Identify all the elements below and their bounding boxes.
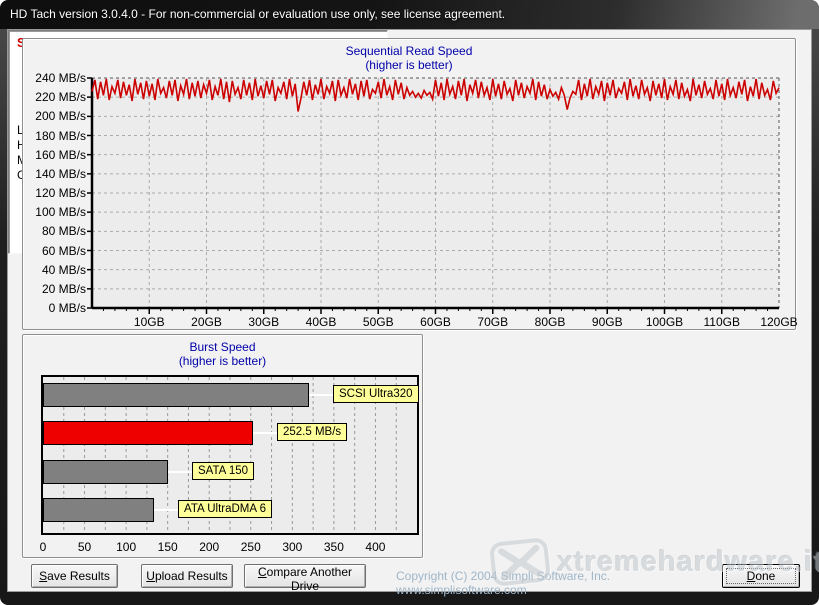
burst-x-tick-label: 200 (189, 540, 229, 554)
done-button[interactable]: Done (722, 564, 800, 588)
bar-value-label: SCSI Ultra320 (333, 385, 419, 403)
copyright-text: Copyright (C) 2004 Simpli Software, Inc.… (396, 569, 716, 597)
burst-x-tick-label: 400 (355, 540, 395, 554)
x-tick-label: 30GB (234, 315, 294, 329)
burst-bar (43, 421, 253, 445)
bar-value-label: 252.5 MB/s (277, 423, 347, 441)
y-tick-label: 40 MB/s (26, 263, 86, 277)
client-area: Sequential Read Speed (higher is better)… (7, 29, 812, 592)
y-tick-label: 0 MB/s (26, 301, 86, 315)
y-tick-label: 60 MB/s (26, 244, 86, 258)
x-tick-label: 20GB (177, 315, 237, 329)
burst-chart-subtitle: (higher is better) (23, 354, 422, 368)
y-tick-label: 200 MB/s (26, 109, 86, 123)
burst-plot-area: SCSI Ultra320 252.5 MB/s SATA 150 ATA Ultra… (41, 375, 419, 535)
bar-value-label: ATA UltraDMA 6 (178, 500, 272, 518)
x-tick-label: 120GB (749, 315, 809, 329)
y-tick-label: 80 MB/s (26, 224, 86, 238)
bar-connector (168, 471, 192, 473)
window-title: HD Tach version 3.0.4.0 - For non-commer… (10, 7, 505, 21)
x-tick-label: 100GB (635, 315, 695, 329)
y-tick-label: 220 MB/s (26, 90, 86, 104)
x-tick-label: 80GB (520, 315, 580, 329)
y-tick-label: 240 MB/s (26, 71, 86, 85)
burst-x-tick-label: 50 (65, 540, 105, 554)
upload-results-button[interactable]: Upload Results (141, 564, 233, 588)
y-tick-label: 20 MB/s (26, 282, 86, 296)
x-tick-label: 40GB (291, 315, 351, 329)
y-tick-label: 180 MB/s (26, 129, 86, 143)
y-tick-label: 100 MB/s (26, 205, 86, 219)
sequential-read-panel: Sequential Read Speed (higher is better)… (22, 38, 796, 330)
compare-another-drive-button[interactable]: Compare Another Drive (244, 564, 366, 588)
x-tick-label: 50GB (348, 315, 408, 329)
burst-x-tick-label: 300 (272, 540, 312, 554)
x-tick-label: 10GB (119, 315, 179, 329)
bar-connector (154, 509, 178, 511)
burst-bar (43, 460, 168, 484)
app-window: HD Tach version 3.0.4.0 - For non-commer… (0, 0, 819, 605)
sequential-read-line (92, 79, 779, 112)
burst-x-tick-label: 250 (231, 540, 271, 554)
bar-value-label: SATA 150 (192, 462, 254, 480)
sequential-chart-title: Sequential Read Speed (23, 44, 795, 58)
y-tick-label: 120 MB/s (26, 186, 86, 200)
burst-x-tick-label: 100 (106, 540, 146, 554)
sequential-chart-subtitle: (higher is better) (23, 58, 795, 72)
burst-bar (43, 383, 309, 407)
y-tick-label: 160 MB/s (26, 148, 86, 162)
bar-connector (253, 432, 277, 434)
burst-x-tick-label: 350 (314, 540, 354, 554)
x-tick-label: 110GB (692, 315, 752, 329)
burst-x-tick-label: 0 (23, 540, 63, 554)
x-tick-label: 70GB (463, 315, 523, 329)
burst-speed-panel: Burst Speed (higher is better) SCSI Ultr… (22, 334, 423, 558)
x-tick-label: 60GB (406, 315, 466, 329)
bar-connector (309, 394, 333, 396)
burst-bar (43, 498, 154, 522)
sequential-line-chart (84, 76, 786, 318)
burst-chart-title: Burst Speed (23, 340, 422, 354)
x-tick-label: 90GB (577, 315, 637, 329)
titlebar[interactable]: HD Tach version 3.0.4.0 - For non-commer… (0, 0, 819, 29)
y-tick-label: 140 MB/s (26, 167, 86, 181)
burst-x-tick-label: 150 (148, 540, 188, 554)
save-results-button[interactable]: Save Results (31, 564, 118, 588)
